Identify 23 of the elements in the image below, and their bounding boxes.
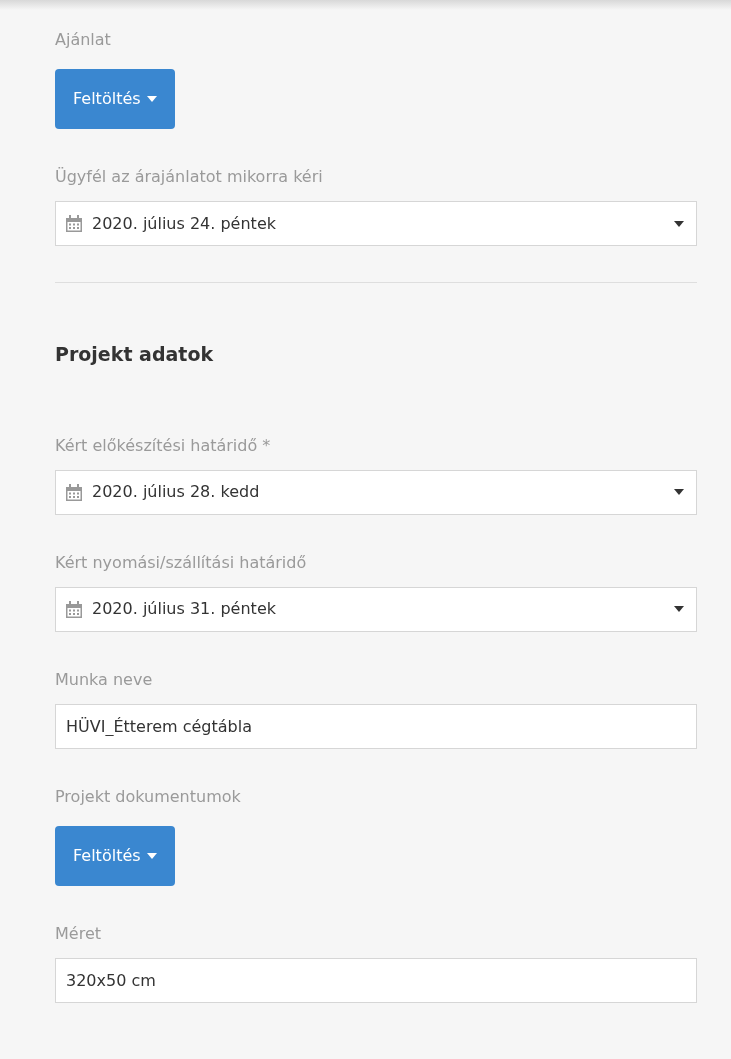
input-field[interactable]: HÜVI_Étterem cégtábla — [55, 703, 697, 749]
calendar-icon — [66, 600, 82, 618]
input-field[interactable]: 320x50 cm — [55, 957, 697, 1003]
field-label: Kért nyomási/szállítási határidő — [55, 551, 308, 574]
field-label: Kért előkészítési határidő * — [55, 434, 272, 457]
dropdown-caret-icon — [674, 489, 684, 496]
calendar-icon — [66, 483, 82, 501]
caret-icon — [146, 96, 157, 102]
field-label: Méret — [55, 922, 102, 945]
dropdown-caret-icon — [674, 220, 684, 227]
field-label: Munka neve — [55, 668, 154, 691]
field-label: Ajánlat — [55, 29, 112, 51]
caret-icon — [146, 852, 157, 859]
calendar-icon — [66, 215, 82, 232]
field-label: Projekt dokumentumok — [55, 785, 242, 808]
date-dropdown[interactable]: 2020. július 31. péntek — [55, 586, 697, 632]
date-dropdown[interactable]: 2020. július 24. péntek — [55, 201, 697, 246]
date-dropdown[interactable]: 2020. július 28. kedd — [55, 469, 697, 515]
field-label: Ügyfél az árajánlatot mikorra kéri — [55, 166, 324, 188]
upload-button[interactable]: Feltöltés — [55, 825, 175, 886]
upload-button[interactable]: Feltöltés — [55, 69, 175, 129]
dropdown-caret-icon — [674, 606, 684, 613]
section-heading: Projekt adatok — [55, 343, 215, 366]
